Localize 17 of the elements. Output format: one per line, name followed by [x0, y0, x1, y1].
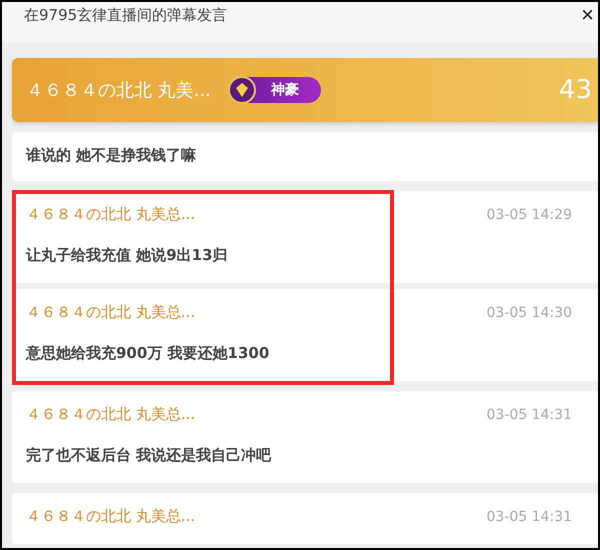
close-button[interactable]: ×: [581, 6, 594, 24]
message-text: 让丸子给我充值 她说9出13归: [26, 246, 229, 265]
message-time: 03-05 14:30: [486, 304, 572, 320]
user-name: ４６８４の北北 丸美总...: [26, 205, 196, 224]
message-time: 03-05 14:29: [486, 206, 572, 222]
message-text: 谁说的 她不是挣我钱了嘛: [26, 146, 198, 165]
message-text: 完了也不返后台 我说还是我自己冲吧: [26, 446, 272, 465]
gem-icon: [226, 75, 257, 105]
user-name: ４６８４の北北 丸美总...: [26, 303, 196, 322]
user-name: ４６８４の北北 丸美...: [26, 79, 211, 102]
message-time: 03-05 14:31: [486, 508, 572, 524]
user-name: ４６８４の北北 丸美总...: [26, 507, 196, 526]
message-count: 43: [558, 75, 592, 105]
message-text: 意思她给我充900万 我要还她1300: [26, 344, 270, 363]
window-title: 在9795玄律直播间的弹幕发言: [24, 6, 228, 25]
message-time: 03-05 14:31: [486, 406, 572, 422]
user-name: ４６８４の北北 丸美总...: [26, 405, 196, 424]
